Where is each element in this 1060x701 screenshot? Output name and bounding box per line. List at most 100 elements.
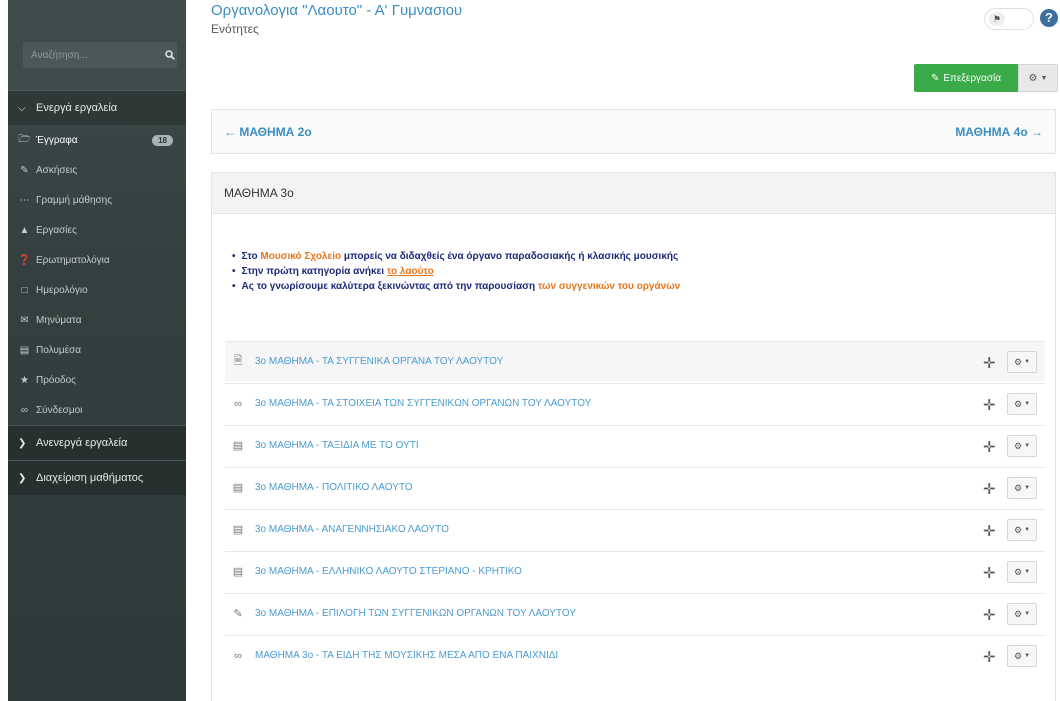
sidebar-item-messages[interactable]: ✉ Μηνύματα [8, 305, 186, 335]
chevron-down-icon: ⌵ [18, 102, 26, 114]
next-lesson-link[interactable]: ΜΑΘΗΜΑ 4ο → [955, 125, 1043, 139]
caret-down-icon: ▼ [1024, 611, 1031, 617]
resource-row: ∞ ΜΑΘΗΜΑ 3ο - ΤΑ ΕΙΔΗ ΤΗΣ ΜΟΥΣΙΚΗΣ ΜΕΣΑ … [225, 635, 1045, 675]
sidebar-item-calendar[interactable]: □ Ημερολόγιο [8, 275, 186, 305]
section-course-admin[interactable]: ❯ Διαχείριση μαθήματος [8, 460, 186, 495]
gear-icon: ⚙ [1013, 398, 1023, 409]
resource-actions-button[interactable]: ⚙ ▼ [1007, 645, 1037, 667]
resource-row: ✎ 3ο ΜΑΘΗΜΑ - ΕΠΙΛΟΓΗ ΤΩΝ ΣΥΓΓΕΝΙΚΩΝ ΟΡΓ… [225, 593, 1045, 633]
link-icon: ∞ [20, 404, 29, 416]
sidebar-item-label: Σύνδεσμοι [36, 404, 83, 416]
page-subtitle: Ενότητες [211, 22, 259, 36]
sidebar-item-progress[interactable]: ★ Πρόοδος [8, 365, 186, 395]
film-icon: ▤ [232, 482, 244, 494]
sidebar-top [8, 0, 186, 90]
edit-button[interactable]: ✎ Επεξεργασία [914, 64, 1018, 92]
gears-icon: ⚙ [1028, 72, 1038, 84]
caret-down-icon: ▼ [1024, 401, 1031, 407]
resource-actions-button[interactable]: ⚙ ▼ [1007, 435, 1037, 457]
sidebar-item-questionnaires[interactable]: ❓ Ερωτηματολόγια [8, 245, 186, 275]
envelope-icon: ✉ [20, 314, 29, 326]
pdf-file-icon: 🗎 [233, 355, 243, 367]
film-icon: ▤ [19, 344, 30, 356]
caret-down-icon: ▼ [1024, 359, 1031, 365]
gear-icon: ⚙ [1013, 482, 1023, 493]
edit-icon: ✎ [931, 72, 940, 84]
section-inactive-tools[interactable]: ❯ Ανενεργά εργαλεία [8, 425, 186, 460]
graduation-cap-icon: ⚑ [989, 12, 1005, 26]
resource-link[interactable]: ΜΑΘΗΜΑ 3ο - ΤΑ ΕΙΔΗ ΤΗΣ ΜΟΥΣΙΚΗΣ ΜΕΣΑ ΑΠ… [255, 650, 558, 661]
resource-actions-button[interactable]: ⚙ ▼ [1007, 519, 1037, 541]
resource-row: ▤ 3ο ΜΑΘΗΜΑ - ΠΟΛΙΤΙΚΟ ΛΑΟΥΤΟ ✛ ⚙ ▼ [225, 467, 1045, 507]
move-icon[interactable]: ✛ [983, 480, 996, 498]
settings-dropdown-button[interactable]: ⚙ ▼ [1018, 64, 1058, 92]
move-icon[interactable]: ✛ [983, 648, 996, 666]
section-inactive-tools-label: Ανενεργά εργαλεία [36, 437, 128, 449]
trophy-icon: ★ [20, 374, 29, 386]
gear-icon: ⚙ [1013, 608, 1023, 619]
prev-lesson-link[interactable]: ← ΜΑΘΗΜΑ 2ο [224, 125, 312, 139]
caret-down-icon: ▼ [1024, 485, 1031, 491]
resource-link[interactable]: 3ο ΜΑΘΗΜΑ - ΕΛΛΗΝΙΚΟ ΛΑΟΥΤΟ ΣΤΕΡΙΑΝΟ - Κ… [255, 566, 522, 577]
count-badge: 18 [152, 134, 173, 146]
resource-row: ∞ 3ο ΜΑΘΗΜΑ - ΤΑ ΣΤΟΙΧΕΙΑ ΤΩΝ ΣΥΓΓΕΝΙΚΩΝ… [225, 383, 1045, 423]
sidebar-item-label: Ασκήσεις [36, 164, 78, 176]
move-icon[interactable]: ✛ [983, 438, 996, 456]
search-button[interactable] [163, 42, 177, 68]
caret-down-icon: ▼ [1040, 74, 1048, 82]
intro-text: Στην πρώτη κατηγορία ανήκει [241, 266, 387, 277]
resource-link[interactable]: 3ο ΜΑΘΗΜΑ - ΠΟΛΙΤΙΚΟ ΛΑΟΥΤΟ [255, 482, 413, 493]
sidebar-item-media[interactable]: ▤ Πολυμέσα [8, 335, 186, 365]
resource-actions-button[interactable]: ⚙ ▼ [1007, 393, 1037, 415]
search-input[interactable] [23, 42, 163, 68]
intro-line-3: Ας το γνωρίσουμε καλύτερα ξεκινώντας από… [232, 279, 681, 294]
sidebar-item-label: Πρόοδος [36, 374, 76, 386]
move-icon[interactable]: ✛ [983, 522, 996, 540]
edit-icon: ✎ [20, 164, 29, 176]
sidebar: ⌵ Ενεργά εργαλεία 🗁 Έγγραφα 18 ✎ Ασκήσει… [8, 0, 186, 701]
resource-link[interactable]: 3ο ΜΑΘΗΜΑ - ΕΠΙΛΟΓΗ ΤΩΝ ΣΥΓΓΕΝΙΚΩΝ ΟΡΓΑΝ… [255, 608, 576, 619]
resource-actions-button[interactable]: ⚙ ▼ [1007, 351, 1037, 373]
chevron-right-icon: ❯ [18, 437, 27, 449]
resource-actions-button[interactable]: ⚙ ▼ [1007, 603, 1037, 625]
resource-link[interactable]: 3ο ΜΑΘΗΜΑ - ΤΑ ΣΥΓΓΕΝΙΚΑ ΟΡΓΑΝΑ ΤΟΥ ΛΑΟΥ… [255, 356, 503, 367]
sidebar-item-label: Ερωτηματολόγια [36, 254, 110, 266]
move-icon[interactable]: ✛ [983, 606, 996, 624]
intro-link[interactable]: το λαούτο [387, 266, 434, 277]
prev-lesson-label: ΜΑΘΗΜΑ 2ο [239, 124, 312, 139]
sidebar-item-links[interactable]: ∞ Σύνδεσμοι [8, 395, 186, 425]
move-icon[interactable]: ✛ [983, 564, 996, 582]
gear-icon: ⚙ [1013, 524, 1023, 535]
help-icon[interactable]: ? [1040, 9, 1058, 27]
move-icon[interactable]: ✛ [983, 396, 996, 414]
chevron-right-icon: ❯ [18, 472, 27, 484]
resource-row: ▤ 3ο ΜΑΘΗΜΑ - ΑΝΑΓΕΝΝΗΣΙΑΚΟ ΛΑΟΥΤΟ ✛ ⚙ ▼ [225, 509, 1045, 549]
sidebar-item-learning-path[interactable]: ⋯ Γραμμή μάθησης [8, 185, 186, 215]
resource-row: 🗎 3ο ΜΑΘΗΜΑ - ΤΑ ΣΥΓΓΕΝΙΚΑ ΟΡΓΑΝΑ ΤΟΥ ΛΑ… [225, 341, 1045, 381]
flask-icon: ▲ [19, 224, 30, 236]
gear-icon: ⚙ [1013, 566, 1023, 577]
sidebar-item-assignments[interactable]: ▲ Εργασίες [8, 215, 186, 245]
page-title[interactable]: Οργανολογια "Λαουτο" - Α' Γυμνασιου [211, 2, 462, 19]
move-icon[interactable]: ✛ [983, 354, 996, 372]
sidebar-item-exercises[interactable]: ✎ Ασκήσεις [8, 155, 186, 185]
next-lesson-label: ΜΑΘΗΜΑ 4ο [955, 124, 1028, 139]
resource-link[interactable]: 3ο ΜΑΘΗΜΑ - ΤΑ ΣΤΟΙΧΕΙΑ ΤΩΝ ΣΥΓΓΕΝΙΚΩΝ Ο… [255, 398, 591, 409]
resource-actions-button[interactable]: ⚙ ▼ [1007, 477, 1037, 499]
lesson-heading: ΜΑΘΗΜΑ 3ο [212, 173, 1055, 214]
lesson-panel: ΜΑΘΗΜΑ 3ο Στο Μουσικό Σχολείο μπορείς να… [211, 172, 1056, 701]
intro-line-1: Στο Μουσικό Σχολείο μπορείς να διδαχθείς… [232, 249, 680, 264]
caret-down-icon: ▼ [1024, 443, 1031, 449]
intro-highlight: των συγγενικών του οργάνων [537, 281, 681, 292]
intro-text: Ας το γνωρίσουμε καλύτερα ξεκινώντας από… [241, 281, 538, 292]
sidebar-item-label: Πολυμέσα [36, 344, 81, 356]
resource-link[interactable]: 3ο ΜΑΘΗΜΑ - ΑΝΑΓΕΝΝΗΣΙΑΚΟ ΛΑΟΥΤΟ [255, 524, 449, 535]
edit-button-label: Επεξεργασία [943, 72, 1001, 84]
section-active-tools[interactable]: ⌵ Ενεργά εργαλεία [8, 90, 186, 125]
sidebar-item-documents[interactable]: 🗁 Έγγραφα 18 [8, 125, 186, 155]
link-icon: ∞ [234, 649, 242, 662]
resource-actions-button[interactable]: ⚙ ▼ [1007, 561, 1037, 583]
view-toggle[interactable]: ⚑ [984, 8, 1034, 30]
resource-link[interactable]: 3ο ΜΑΘΗΜΑ - ΤΑΞΙΔΙΑ ΜΕ ΤΟ ΟΥΤΙ [255, 440, 419, 451]
search-box [23, 42, 177, 68]
